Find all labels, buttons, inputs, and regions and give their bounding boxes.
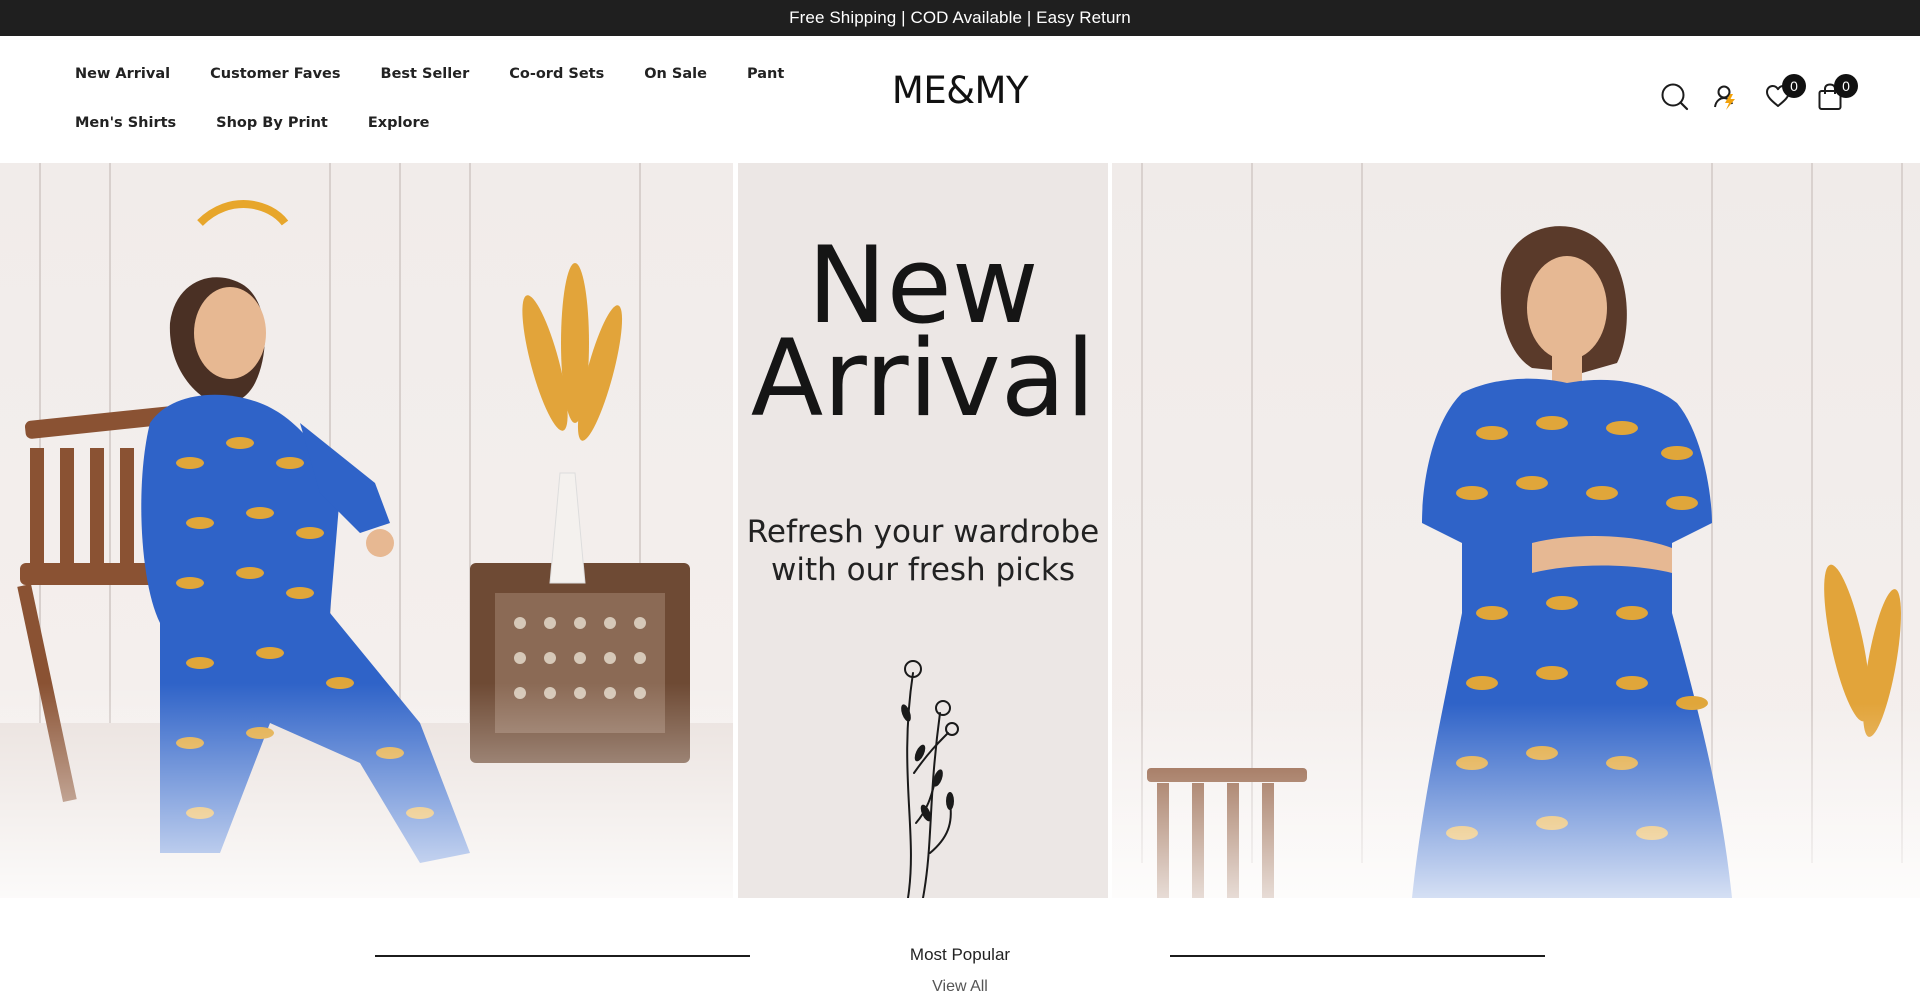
view-all-link[interactable]: View All [860,978,1060,996]
account-icon [1714,85,1735,110]
nav-pant[interactable]: Pant [747,66,784,82]
model-standing-illustration [1112,163,1920,898]
main-nav-row-2: Men's Shirts Shop By Print Explore [75,115,469,131]
announcement-text: Free Shipping | COD Available | Easy Ret… [789,8,1131,27]
site-header: New Arrival Customer Faves Best Seller C… [0,36,1920,163]
nav-mens-shirts[interactable]: Men's Shirts [75,115,176,131]
brand-logo[interactable]: ME&MY [889,72,1031,109]
nav-new-arrival[interactable]: New Arrival [75,66,170,82]
hero-photo-left [0,163,733,898]
wishlist-button[interactable]: 0 [1764,74,1816,116]
hero-subtitle-line-1: Refresh your wardrobe [746,514,1100,550]
section-rule-right [1170,955,1545,957]
hero-banner[interactable]: New Arrival Refresh your wardrobe with o… [0,163,1920,898]
section-rule-left [375,955,750,957]
nav-co-ord-sets[interactable]: Co-ord Sets [509,66,604,82]
hero-subtitle-line-2: with our fresh picks [771,552,1075,588]
search-icon [1661,83,1689,111]
model-seated-illustration [0,163,733,898]
header-icons: 0 0 [1660,74,1868,116]
nav-on-sale[interactable]: On Sale [644,66,707,82]
account-button[interactable] [1712,82,1764,116]
nav-explore[interactable]: Explore [368,115,430,131]
cart-button[interactable]: 0 [1816,74,1868,116]
flower-sketch-icon [901,660,959,898]
hero-photo-right [1112,163,1920,898]
cart-count-badge: 0 [1834,74,1858,98]
main-nav-row-1: New Arrival Customer Faves Best Seller C… [75,66,824,82]
wishlist-count-badge: 0 [1782,74,1806,98]
search-button[interactable] [1660,82,1712,116]
hero-title-line-2: Arrival [750,317,1096,440]
most-popular-heading: Most Popular [909,945,1011,964]
nav-best-seller[interactable]: Best Seller [381,66,470,82]
hero-text-panel: New Arrival Refresh your wardrobe with o… [738,163,1108,898]
nav-shop-by-print[interactable]: Shop By Print [216,115,328,131]
hero-subtitle: Refresh your wardrobe with our fresh pic… [738,513,1108,589]
nav-customer-faves[interactable]: Customer Faves [210,66,340,82]
announcement-bar: Free Shipping | COD Available | Easy Ret… [0,0,1920,36]
